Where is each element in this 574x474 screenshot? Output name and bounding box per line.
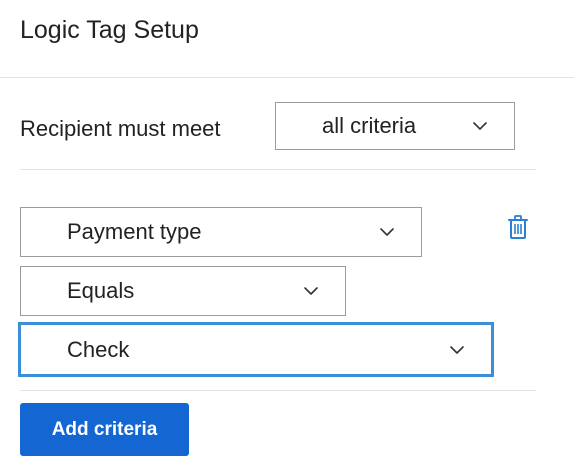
criteria-value-value: Check: [67, 336, 130, 362]
criteria-operator-select[interactable]: Equals: [20, 266, 346, 316]
criteria-operator-value: Equals: [67, 278, 135, 303]
panel-title: Logic Tag Setup: [20, 16, 199, 44]
criteria-field-value: Payment type: [67, 219, 202, 244]
section-divider: [20, 169, 536, 170]
header-divider: [0, 77, 574, 78]
match-mode-value: all criteria: [322, 113, 417, 138]
match-mode-select[interactable]: all criteria: [275, 102, 515, 150]
match-label: Recipient must meet: [20, 116, 221, 141]
chevron-down-icon: [303, 283, 319, 299]
criteria-field-select[interactable]: Payment type: [20, 207, 422, 257]
add-criteria-button[interactable]: Add criteria: [20, 403, 189, 456]
trash-icon: [504, 213, 532, 241]
chevron-down-icon: [449, 342, 465, 358]
chevron-down-icon: [379, 224, 395, 240]
criteria-value-select[interactable]: Check: [18, 322, 494, 377]
footer-divider: [20, 390, 536, 391]
delete-criteria-button[interactable]: [504, 213, 532, 241]
chevron-down-icon: [472, 118, 488, 134]
